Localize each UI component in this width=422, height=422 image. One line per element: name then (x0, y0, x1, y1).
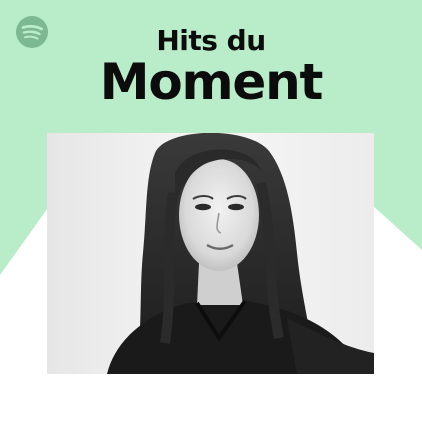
artist-photo (47, 133, 374, 374)
playlist-title-line-2: Moment (99, 53, 324, 111)
playlist-cover: Hits du Moment (0, 0, 422, 422)
